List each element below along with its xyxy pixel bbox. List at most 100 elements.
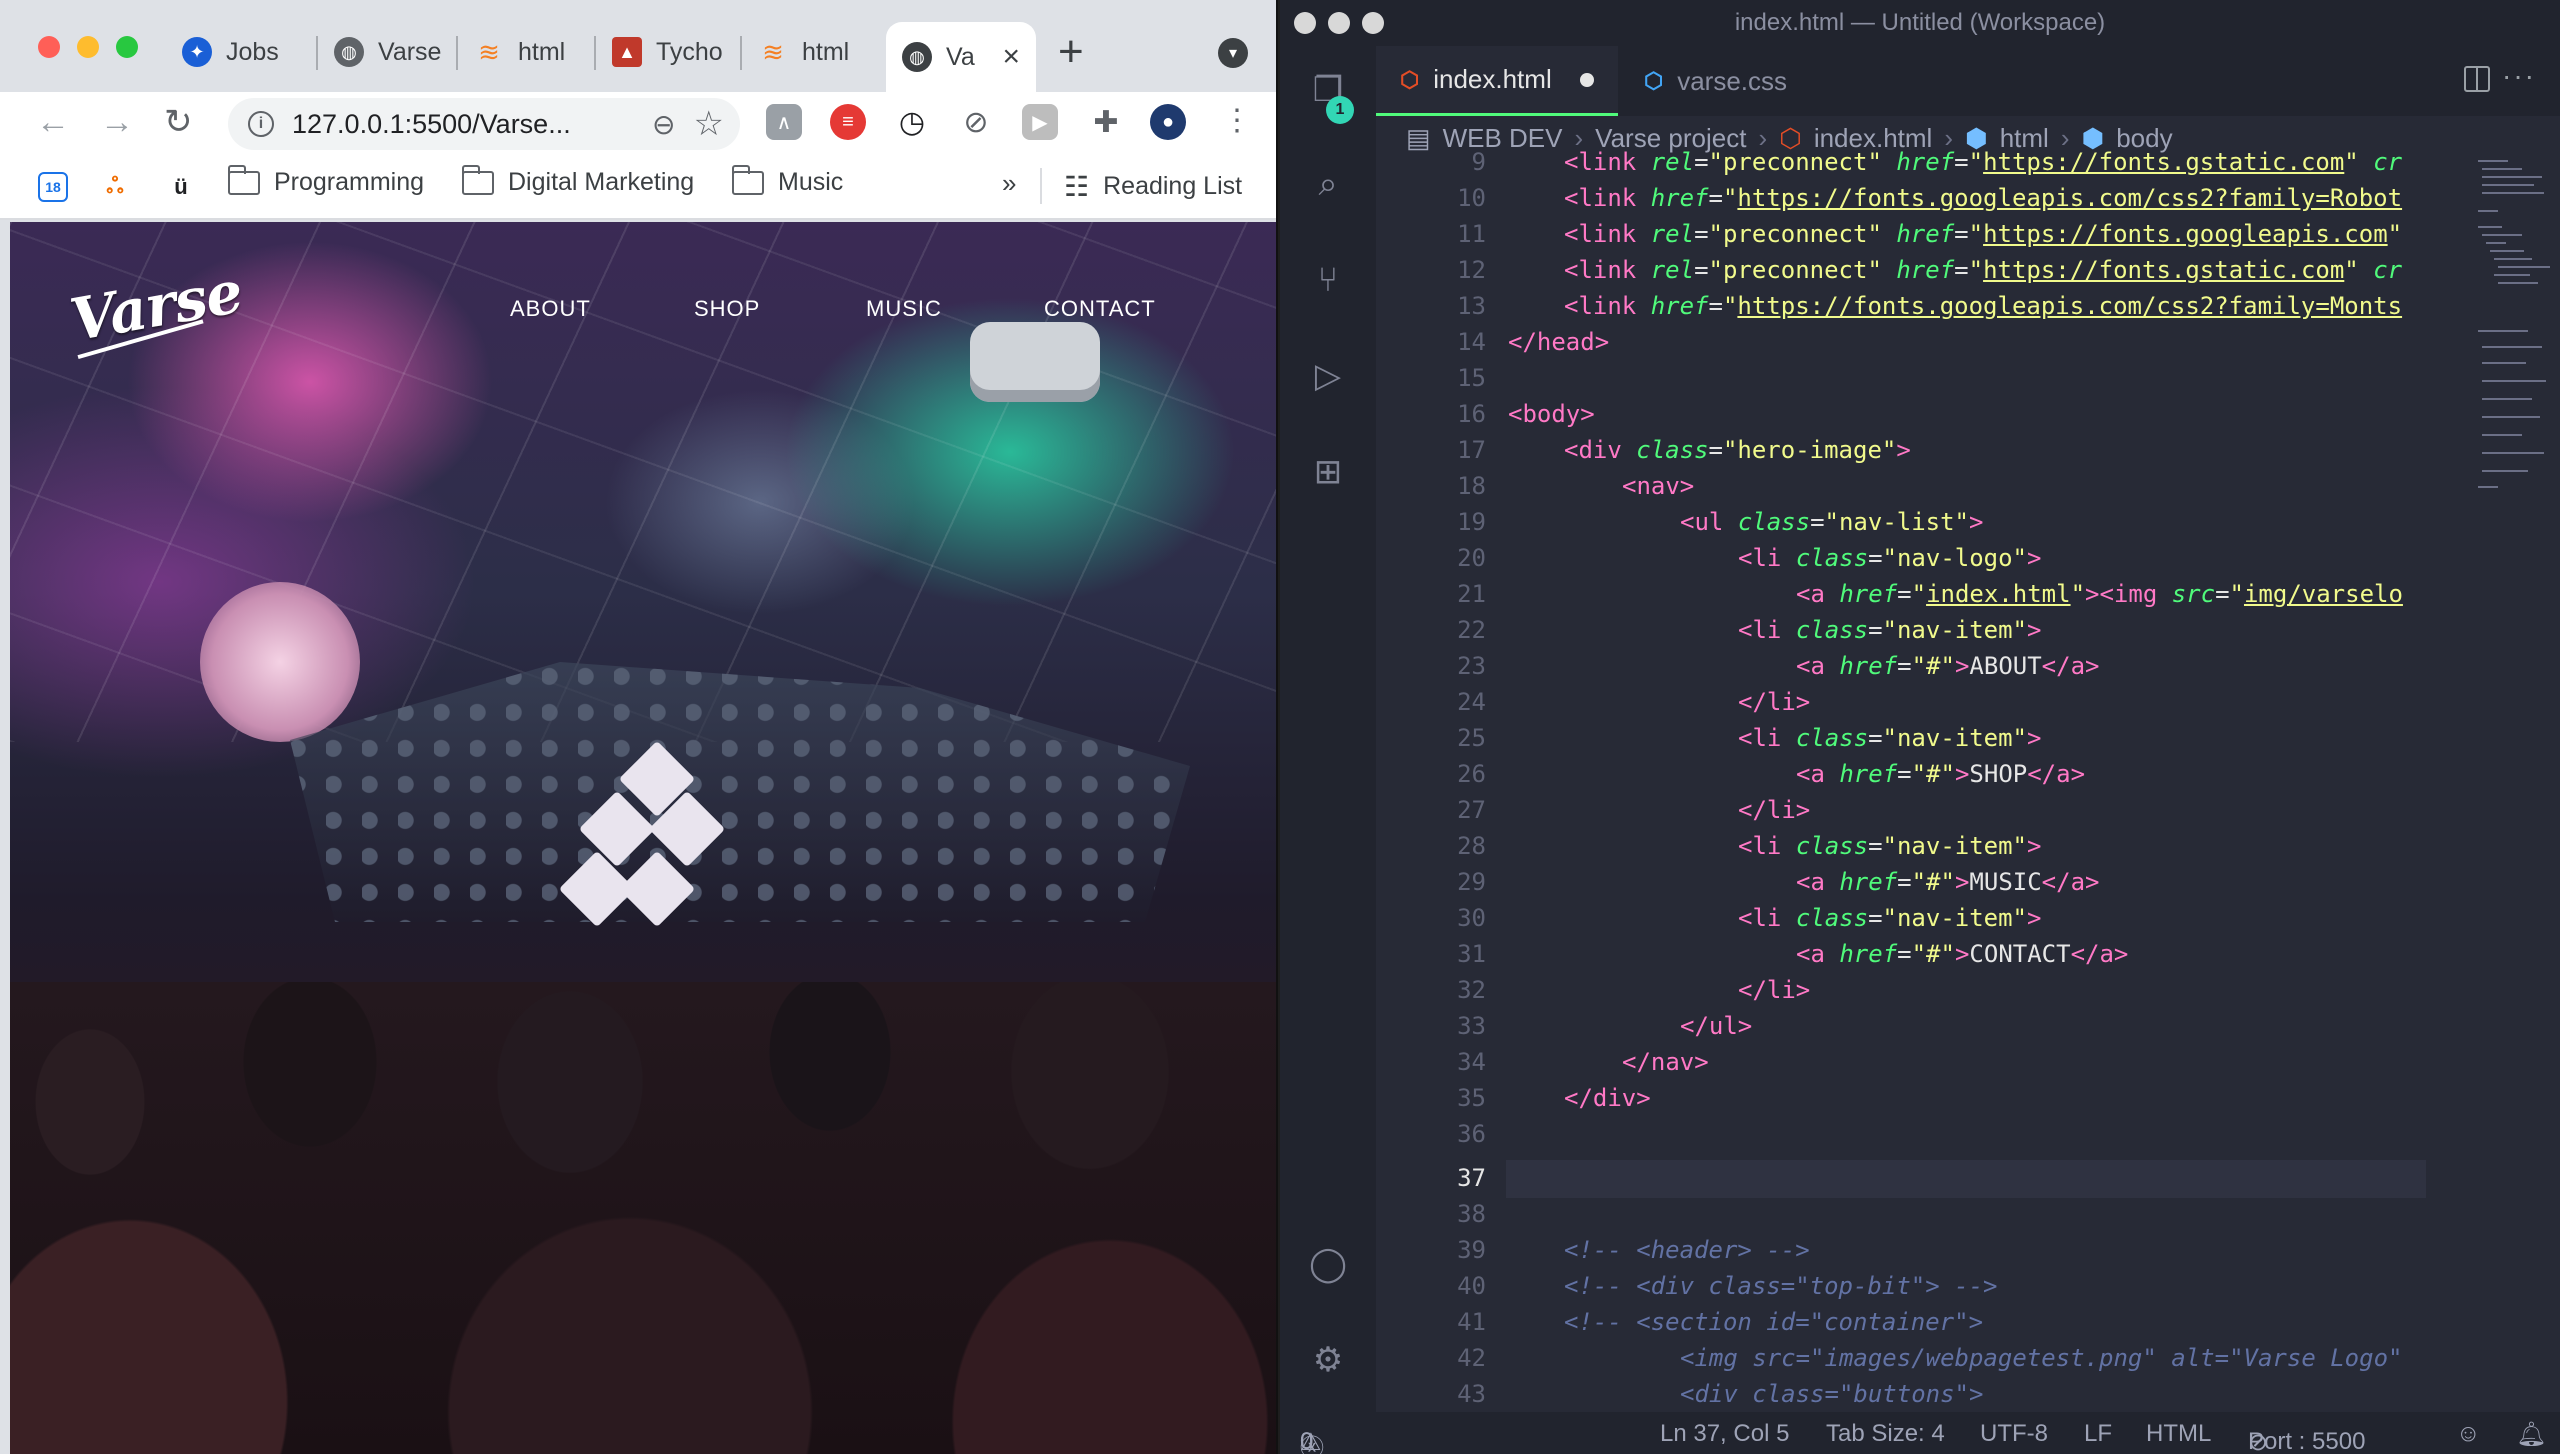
minimize-window-button[interactable] xyxy=(77,36,99,58)
html5-icon: ⬡ xyxy=(1400,66,1420,92)
css3-icon: ⬡ xyxy=(1644,68,1664,93)
extension-icon[interactable]: ∧ xyxy=(766,104,802,140)
unsaved-dot-icon[interactable] xyxy=(1579,72,1594,87)
editor-window: index.html — Untitled (Workspace) ❐ 1 ⌕ … xyxy=(1280,0,2560,1454)
tycho-icon: ▲ xyxy=(612,37,642,67)
account-icon[interactable]: ◯ xyxy=(1304,1240,1352,1288)
tab-label: Tycho xyxy=(656,37,723,66)
reading-list-label: Reading List xyxy=(1103,171,1243,200)
block-extension-icon[interactable]: ⊘ xyxy=(958,104,994,140)
code-line: 22 <li class="nav-item"> xyxy=(1457,616,2042,644)
bookmarks-bar: 18 ஃ ü Programming Digital Marketing Mus… xyxy=(0,154,1276,220)
bookmark-icon[interactable]: ஃ xyxy=(100,172,130,202)
code-line: 26 <a href="#">SHOP</a> xyxy=(1457,760,2086,788)
folder-icon xyxy=(462,164,494,195)
browser-tab[interactable]: ≋ html xyxy=(742,22,880,82)
editor-tabs: ⬡ index.html ⬡ varse.css ··· xyxy=(1376,46,2560,116)
globe-icon: ◍ xyxy=(334,37,364,67)
run-debug-icon[interactable]: ▷ xyxy=(1304,352,1352,400)
minimap[interactable] xyxy=(2466,150,2560,550)
bookmark-label: Music xyxy=(778,168,844,196)
reload-icon[interactable]: ↻ xyxy=(164,102,193,142)
end-of-line[interactable]: LF xyxy=(2084,1420,2112,1448)
puzzle-extensions-icon[interactable]: ✚ xyxy=(1088,104,1124,140)
notifications-bell-icon[interactable]: 🔔︎ xyxy=(2516,1420,2546,1449)
tab-label: Va xyxy=(946,42,975,71)
close-tab-icon[interactable]: × xyxy=(1002,40,1020,74)
back-arrow-icon[interactable]: ← xyxy=(36,102,70,142)
settings-gear-icon[interactable]: ⚙ xyxy=(1304,1336,1352,1384)
browser-tab[interactable]: ≋ html xyxy=(458,22,596,82)
cursor-position[interactable]: Ln 37, Col 5 xyxy=(1660,1420,1789,1448)
profile-avatar[interactable]: ● xyxy=(1150,104,1186,140)
code-line: 10 <link href="https://fonts.googleapis.c… xyxy=(1457,184,2403,212)
browser-tab[interactable]: ◍ Varse xyxy=(318,22,458,82)
address-bar[interactable]: i 127.0.0.1:5500/Varse... ⊖ ☆ xyxy=(228,98,740,150)
bookmark-folder-programming[interactable]: Programming xyxy=(228,164,424,197)
explorer-badge: 1 xyxy=(1326,96,1354,124)
zoom-icon[interactable]: ⊖ xyxy=(652,108,675,141)
forward-arrow-icon[interactable]: → xyxy=(100,102,134,142)
code-line: 9 <link rel="preconnect" href="https://fo… xyxy=(1471,148,2403,176)
site-info-icon[interactable]: i xyxy=(248,111,274,137)
split-editor-icon[interactable] xyxy=(2464,66,2490,92)
nav-link-contact[interactable]: CONTACT xyxy=(1044,296,1156,322)
code-line: 20 <li class="nav-logo"> xyxy=(1457,544,2042,572)
bookmarks-overflow-button[interactable]: » xyxy=(1002,168,1016,199)
tab-label: html xyxy=(518,37,566,66)
tab-strip: ✦ Jobs ◍ Varse ≋ html ▲ Tycho ≋ html ◍ V… xyxy=(0,0,1276,92)
code-line: 29 <a href="#">MUSIC</a> xyxy=(1457,868,2100,896)
code-line: 34 </nav> xyxy=(1457,1048,1709,1076)
search-icon[interactable]: ⌕ xyxy=(1304,160,1352,208)
maximize-window-button[interactable] xyxy=(1362,12,1384,34)
bookmark-folder-digital-marketing[interactable]: Digital Marketing xyxy=(462,164,695,197)
tab-varse-css[interactable]: ⬡ varse.css xyxy=(1620,46,1811,116)
url-text[interactable]: 127.0.0.1:5500/Varse... xyxy=(292,109,634,140)
reading-list-icon: ☷ xyxy=(1064,170,1090,202)
bookmark-folder-music[interactable]: Music xyxy=(732,164,844,197)
close-window-button[interactable] xyxy=(1294,12,1316,34)
bookmark-star-icon[interactable]: ☆ xyxy=(694,104,724,144)
source-control-icon[interactable]: ⑂ xyxy=(1304,256,1352,304)
stackoverflow-icon: ≋ xyxy=(762,36,784,67)
code-line: 11 <link rel="preconnect" href="https://f… xyxy=(1457,220,2403,248)
code-line: 28 <li class="nav-item"> xyxy=(1457,832,2042,860)
language-mode[interactable]: HTML xyxy=(2146,1420,2211,1448)
close-window-button[interactable] xyxy=(38,36,60,58)
tab-label: index.html xyxy=(1433,64,1552,94)
timer-extension-icon[interactable]: ◷ xyxy=(894,104,930,140)
maximize-window-button[interactable] xyxy=(116,36,138,58)
tab-size[interactable]: Tab Size: 4 xyxy=(1826,1420,1945,1448)
bookmark-label: Digital Marketing xyxy=(508,168,695,196)
nav-link-shop[interactable]: SHOP xyxy=(694,296,760,322)
nav-link-music[interactable]: MUSIC xyxy=(866,296,942,322)
code-line: 17 <div class="hero-image"> xyxy=(1457,436,1911,464)
code-line: 32 </li> xyxy=(1457,976,1811,1004)
more-actions-icon[interactable]: ··· xyxy=(2502,60,2536,92)
extensions-icon[interactable]: ⊞ xyxy=(1304,448,1352,496)
tab-search-button[interactable]: ▾ xyxy=(1218,38,1248,68)
fan-image xyxy=(200,582,360,742)
encoding[interactable]: UTF-8 xyxy=(1980,1420,2048,1448)
code-line: 36 xyxy=(1457,1120,1486,1148)
new-tab-button[interactable]: + xyxy=(1058,30,1084,74)
video-extension-icon[interactable]: ▶ xyxy=(1022,104,1058,140)
browser-window: ✦ Jobs ◍ Varse ≋ html ▲ Tycho ≋ html ◍ V… xyxy=(0,0,1278,1454)
code-line: 43 <div class="buttons"> xyxy=(1457,1380,1984,1408)
calendar-bookmark-icon[interactable]: 18 xyxy=(38,172,68,202)
browser-tab-active[interactable]: ◍ Va × xyxy=(886,22,1036,92)
bookmark-icon[interactable]: ü xyxy=(166,172,196,202)
reading-list-button[interactable]: ☷ Reading List xyxy=(1040,168,1242,204)
minimize-window-button[interactable] xyxy=(1328,12,1350,34)
browser-tab[interactable]: ✦ Jobs xyxy=(166,22,318,82)
code-editor[interactable]: 9 <link rel="preconnect" href="https://fo… xyxy=(1376,148,2560,1412)
nav-link-about[interactable]: ABOUT xyxy=(510,296,591,322)
webpage-hero: Varse ABOUT SHOP MUSIC CONTACT xyxy=(10,222,1276,1454)
browser-tab[interactable]: ▲ Tycho xyxy=(596,22,742,82)
tab-index-html[interactable]: ⬡ index.html xyxy=(1376,46,1618,116)
extension-icon[interactable]: ≡ xyxy=(830,104,866,140)
browser-menu-icon[interactable]: ⋮ xyxy=(1222,104,1252,138)
code-line: 14 </head> xyxy=(1457,328,1610,356)
feedback-icon[interactable]: ☺ xyxy=(2456,1420,2481,1448)
code-line: 19 <ul class="nav-list"> xyxy=(1457,508,1984,536)
